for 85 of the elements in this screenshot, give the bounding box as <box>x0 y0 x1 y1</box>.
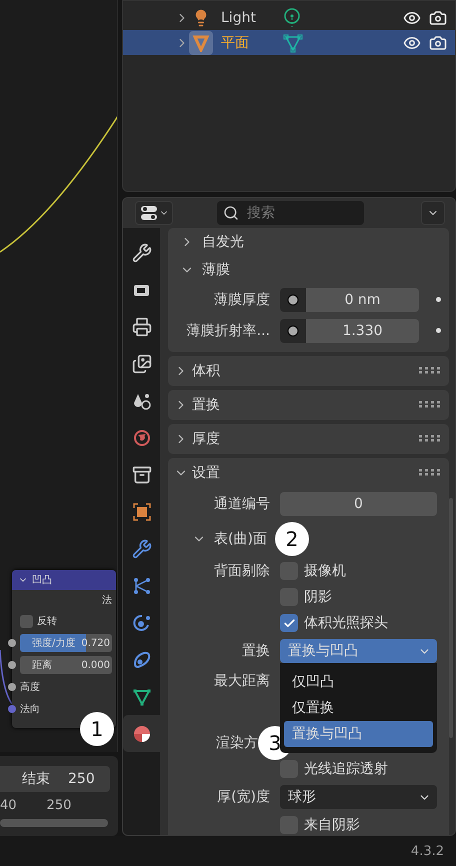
outliner-row[interactable]: Light <box>123 5 455 30</box>
field-label: 渲染方 <box>216 734 258 752</box>
drag-handle-icon[interactable] <box>419 401 441 409</box>
field-label: 最大距离 <box>214 672 271 690</box>
annotation-marker: 1 <box>80 712 114 746</box>
printer-icon <box>132 316 152 336</box>
dropdown[interactable]: 球形 <box>280 785 437 809</box>
version-label: 4.3.2 <box>410 844 444 858</box>
field-label: 背面剔除 <box>214 562 271 580</box>
drag-handle-icon[interactable] <box>419 435 441 443</box>
checkbox[interactable] <box>280 562 298 580</box>
outliner-row[interactable]: 平面 <box>123 30 455 55</box>
checkbox[interactable] <box>280 816 298 834</box>
menu-item[interactable]: 置换与凹凸 <box>284 721 433 747</box>
frame-number: 250 <box>46 798 72 813</box>
field-label: 薄膜厚度 <box>214 290 271 308</box>
toggles-icon <box>140 205 158 221</box>
object-square-icon <box>132 502 152 522</box>
wrench-icon <box>132 538 152 558</box>
object-name[interactable]: 平面 <box>221 34 283 52</box>
panel-title[interactable]: 设置 <box>192 464 220 482</box>
particles-icon <box>132 576 152 596</box>
subpanel-title[interactable]: 薄膜 <box>202 261 230 279</box>
socket-icon[interactable] <box>287 294 299 306</box>
field-label: 厚(宽)度 <box>217 788 271 806</box>
socket-dot[interactable] <box>8 639 16 647</box>
checkbox-label: 体积光照探头 <box>304 614 388 632</box>
constraint-icon <box>132 650 152 670</box>
scrollbar[interactable] <box>0 819 108 827</box>
drag-handle-icon[interactable] <box>419 367 441 375</box>
panel-title[interactable]: 厚度 <box>192 430 220 448</box>
images-icon <box>132 354 152 374</box>
number-field[interactable]: 0 <box>280 492 437 516</box>
properties-tab[interactable] <box>123 715 160 752</box>
checkbox[interactable] <box>280 588 298 606</box>
socket-dot[interactable] <box>8 705 16 713</box>
checkbox-label: 摄像机 <box>304 562 346 580</box>
drag-handle-icon[interactable] <box>419 469 441 477</box>
menu-item[interactable]: 仅置换 <box>284 695 433 721</box>
node-title: 凹凸 <box>32 574 52 587</box>
triangle-icon <box>192 34 210 52</box>
checkbox-label: 光线追踪透射 <box>304 760 388 778</box>
tool-icon <box>132 242 152 262</box>
object-name[interactable]: Light <box>221 10 283 26</box>
field-label: 置换 <box>242 642 271 660</box>
socket-label: 法 <box>102 594 112 607</box>
camera-icon[interactable] <box>429 8 447 26</box>
value-field[interactable]: 1.330 <box>280 318 419 342</box>
archive-icon <box>132 464 152 484</box>
orbit-icon <box>132 612 152 632</box>
panel-title[interactable]: 置换 <box>192 396 220 414</box>
checkbox[interactable] <box>280 760 298 778</box>
annotation-marker: 2 <box>274 522 309 556</box>
panel-title[interactable]: 体积 <box>192 362 220 380</box>
camera-icon[interactable] <box>429 34 447 52</box>
socket-dot[interactable] <box>8 683 16 691</box>
mesh-triangle-icon <box>132 686 152 706</box>
editor-type-button[interactable] <box>135 201 173 225</box>
checkbox[interactable] <box>20 614 33 628</box>
checkmark-icon <box>282 616 296 630</box>
material-sphere-icon <box>132 724 152 744</box>
socket-label: 法向 <box>20 702 40 716</box>
field-label: 通道编号 <box>214 495 271 513</box>
menu-item[interactable]: 仅凹凸 <box>284 669 433 695</box>
keyframe-dot-icon[interactable] <box>436 297 441 302</box>
search-field[interactable]: 搜索 <box>217 201 364 225</box>
socket-icon[interactable] <box>287 324 299 336</box>
number-field[interactable]: 距离 0.000 <box>20 656 112 674</box>
mesh-data-icon[interactable] <box>283 32 303 52</box>
frame-number: 40 <box>0 798 17 813</box>
checkbox[interactable] <box>280 614 298 632</box>
light-data-icon[interactable] <box>283 8 301 28</box>
value-field[interactable]: 0 nm <box>280 288 419 312</box>
subpanel-title[interactable]: 自发光 <box>202 233 244 251</box>
subpanel-title[interactable]: 表(曲)面 <box>214 530 267 548</box>
end-frame-field[interactable]: 结束 250 <box>0 766 110 792</box>
checkbox-label: 反转 <box>37 615 57 628</box>
checkbox-label: 来自阴影 <box>304 816 360 834</box>
search-icon <box>223 205 239 221</box>
socket-label: 高度 <box>20 680 40 694</box>
field-label: 薄膜折射率... <box>186 322 271 340</box>
socket-dot[interactable] <box>8 661 16 669</box>
checkbox-label: 阴影 <box>304 588 332 606</box>
globe-icon <box>132 428 152 448</box>
keyframe-dot-icon[interactable] <box>436 328 441 333</box>
